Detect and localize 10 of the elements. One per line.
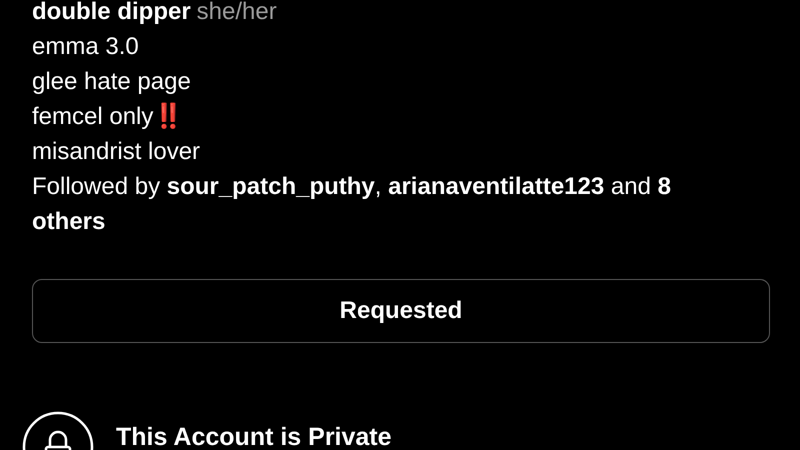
bio-line: femcel only [32, 103, 154, 130]
followed-by-text[interactable]: Followed by sour_patch_puthy, arianaventilatte123 and 8 others [32, 169, 732, 239]
requested-button[interactable]: Requested [32, 279, 770, 343]
pronouns: she/her [196, 0, 277, 25]
double-exclamation-icon: ‼ [153, 103, 180, 130]
bio-line: misandrist lover [32, 138, 200, 165]
bio-line: emma 3.0 [32, 33, 139, 60]
private-account-title: This Account is Private [116, 423, 392, 450]
bio-line: glee hate page [32, 68, 191, 95]
profile-name: double dipper [32, 0, 191, 25]
